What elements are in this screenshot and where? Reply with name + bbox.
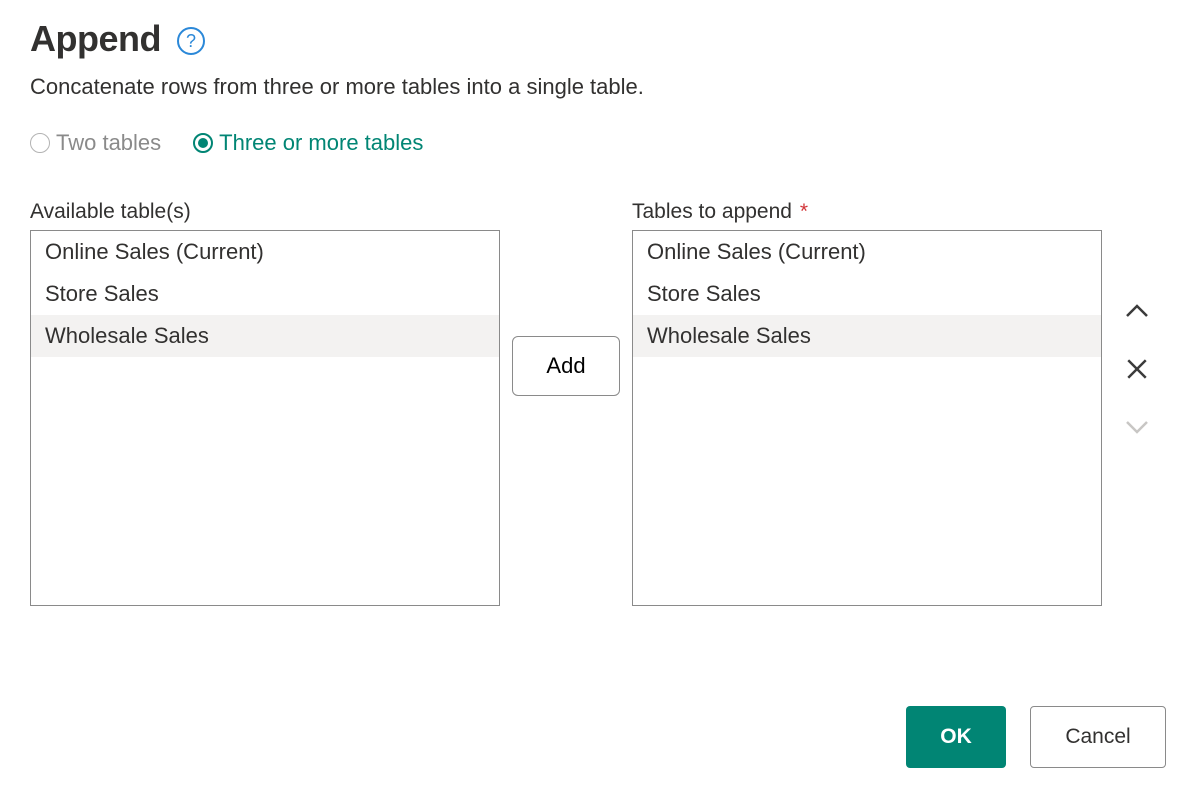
- list-item[interactable]: Wholesale Sales: [31, 315, 499, 357]
- required-indicator: *: [800, 200, 808, 223]
- radio-circle-icon: [30, 133, 50, 153]
- radio-dot-icon: [198, 138, 208, 148]
- remove-button[interactable]: [1122, 354, 1152, 384]
- reorder-icons: [1122, 296, 1152, 442]
- ok-button[interactable]: OK: [906, 706, 1006, 768]
- close-icon: [1122, 354, 1152, 384]
- radio-two-tables[interactable]: Two tables: [30, 130, 161, 156]
- move-up-button[interactable]: [1122, 296, 1152, 326]
- radio-two-tables-label: Two tables: [56, 130, 161, 156]
- help-icon[interactable]: ?: [177, 27, 205, 55]
- append-column: Tables to append * Online Sales (Current…: [632, 200, 1102, 606]
- title-row: Append ?: [30, 18, 1166, 60]
- available-column: Available table(s) Online Sales (Current…: [30, 200, 500, 606]
- append-label: Tables to append *: [632, 200, 1102, 224]
- add-button[interactable]: Add: [512, 336, 620, 396]
- append-label-text: Tables to append: [632, 200, 792, 223]
- lists-area: Available table(s) Online Sales (Current…: [30, 200, 1166, 606]
- dialog-subtitle: Concatenate rows from three or more tabl…: [30, 74, 1166, 100]
- append-listbox[interactable]: Online Sales (Current) Store Sales Whole…: [632, 230, 1102, 606]
- middle-column: Add: [512, 228, 620, 604]
- radio-three-tables-label: Three or more tables: [219, 130, 423, 156]
- cancel-button[interactable]: Cancel: [1030, 706, 1166, 768]
- list-item[interactable]: Online Sales (Current): [31, 231, 499, 273]
- append-dialog: Append ? Concatenate rows from three or …: [0, 0, 1196, 794]
- list-item[interactable]: Online Sales (Current): [633, 231, 1101, 273]
- chevron-down-icon: [1122, 412, 1152, 442]
- radio-circle-icon: [193, 133, 213, 153]
- list-item[interactable]: Store Sales: [31, 273, 499, 315]
- available-label: Available table(s): [30, 200, 500, 224]
- chevron-up-icon: [1122, 296, 1152, 326]
- dialog-footer: OK Cancel: [906, 706, 1166, 768]
- available-listbox[interactable]: Online Sales (Current) Store Sales Whole…: [30, 230, 500, 606]
- dialog-title: Append: [30, 18, 161, 60]
- radio-group-tablecount: Two tables Three or more tables: [30, 130, 1166, 156]
- move-down-button[interactable]: [1122, 412, 1152, 442]
- radio-three-tables[interactable]: Three or more tables: [193, 130, 423, 156]
- help-glyph: ?: [186, 31, 196, 52]
- list-item[interactable]: Store Sales: [633, 273, 1101, 315]
- list-item[interactable]: Wholesale Sales: [633, 315, 1101, 357]
